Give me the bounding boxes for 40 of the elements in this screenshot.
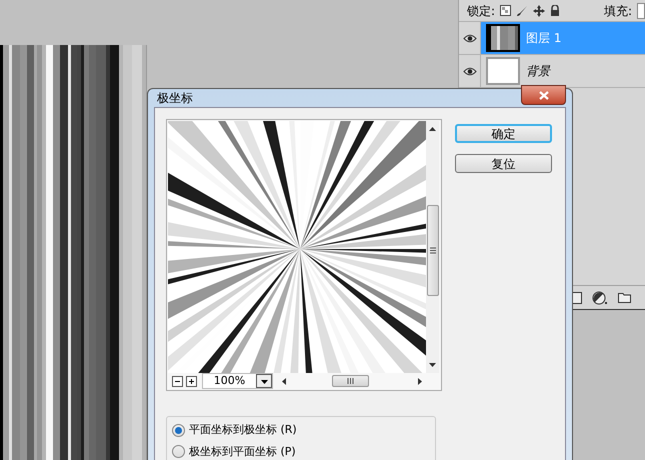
zoom-field[interactable]: 100% <box>202 373 273 389</box>
adjustment-circle-icon[interactable] <box>592 290 608 304</box>
close-button[interactable] <box>521 85 566 105</box>
layer-name: 背景 <box>526 63 550 80</box>
close-icon <box>538 90 548 100</box>
dialog-button[interactable]: 确定 <box>455 124 552 143</box>
minus-icon <box>175 380 180 382</box>
radio-button[interactable] <box>172 445 185 458</box>
layer-name: 图层 1 <box>526 30 562 47</box>
dialog-button[interactable]: 复位 <box>455 154 552 173</box>
move-icon[interactable] <box>533 4 546 16</box>
radio-button[interactable] <box>172 424 185 437</box>
eye-icon[interactable] <box>462 34 476 42</box>
scroll-right-icon[interactable] <box>418 378 422 384</box>
layer-row[interactable]: 背景 <box>459 55 645 88</box>
folder-icon[interactable] <box>618 292 631 303</box>
eye-icon[interactable] <box>462 66 476 76</box>
lock-label: 锁定: <box>467 2 496 20</box>
fill-input-field[interactable] <box>637 2 645 18</box>
radio-option[interactable]: 极坐标到平面坐标 (P) <box>172 444 435 460</box>
layer-thumbnail <box>486 57 520 85</box>
mask-icon[interactable] <box>572 292 582 304</box>
grip-icon <box>347 378 354 384</box>
zoom-in-button[interactable] <box>186 376 197 386</box>
zoom-out-button[interactable] <box>172 376 183 386</box>
plus-icon <box>189 378 194 384</box>
fill-label: 填充: <box>604 2 632 20</box>
scrollbar-thumb[interactable] <box>426 205 438 296</box>
scrollbar-thumb[interactable] <box>332 375 369 387</box>
radio-option[interactable]: 平面坐标到极坐标 (R) <box>172 422 435 438</box>
scroll-up-icon[interactable] <box>429 127 436 131</box>
scroll-left-icon[interactable] <box>282 378 286 384</box>
lock-icon[interactable] <box>550 4 560 16</box>
vertical-scrollbar[interactable] <box>426 121 439 373</box>
scroll-down-icon[interactable] <box>429 363 436 367</box>
dropdown-arrow-icon <box>260 380 268 384</box>
layer-thumbnail <box>486 24 520 52</box>
checkerboard-icon[interactable] <box>500 5 512 16</box>
grip-icon <box>430 247 436 254</box>
dialog-title: 极坐标 <box>157 90 193 107</box>
